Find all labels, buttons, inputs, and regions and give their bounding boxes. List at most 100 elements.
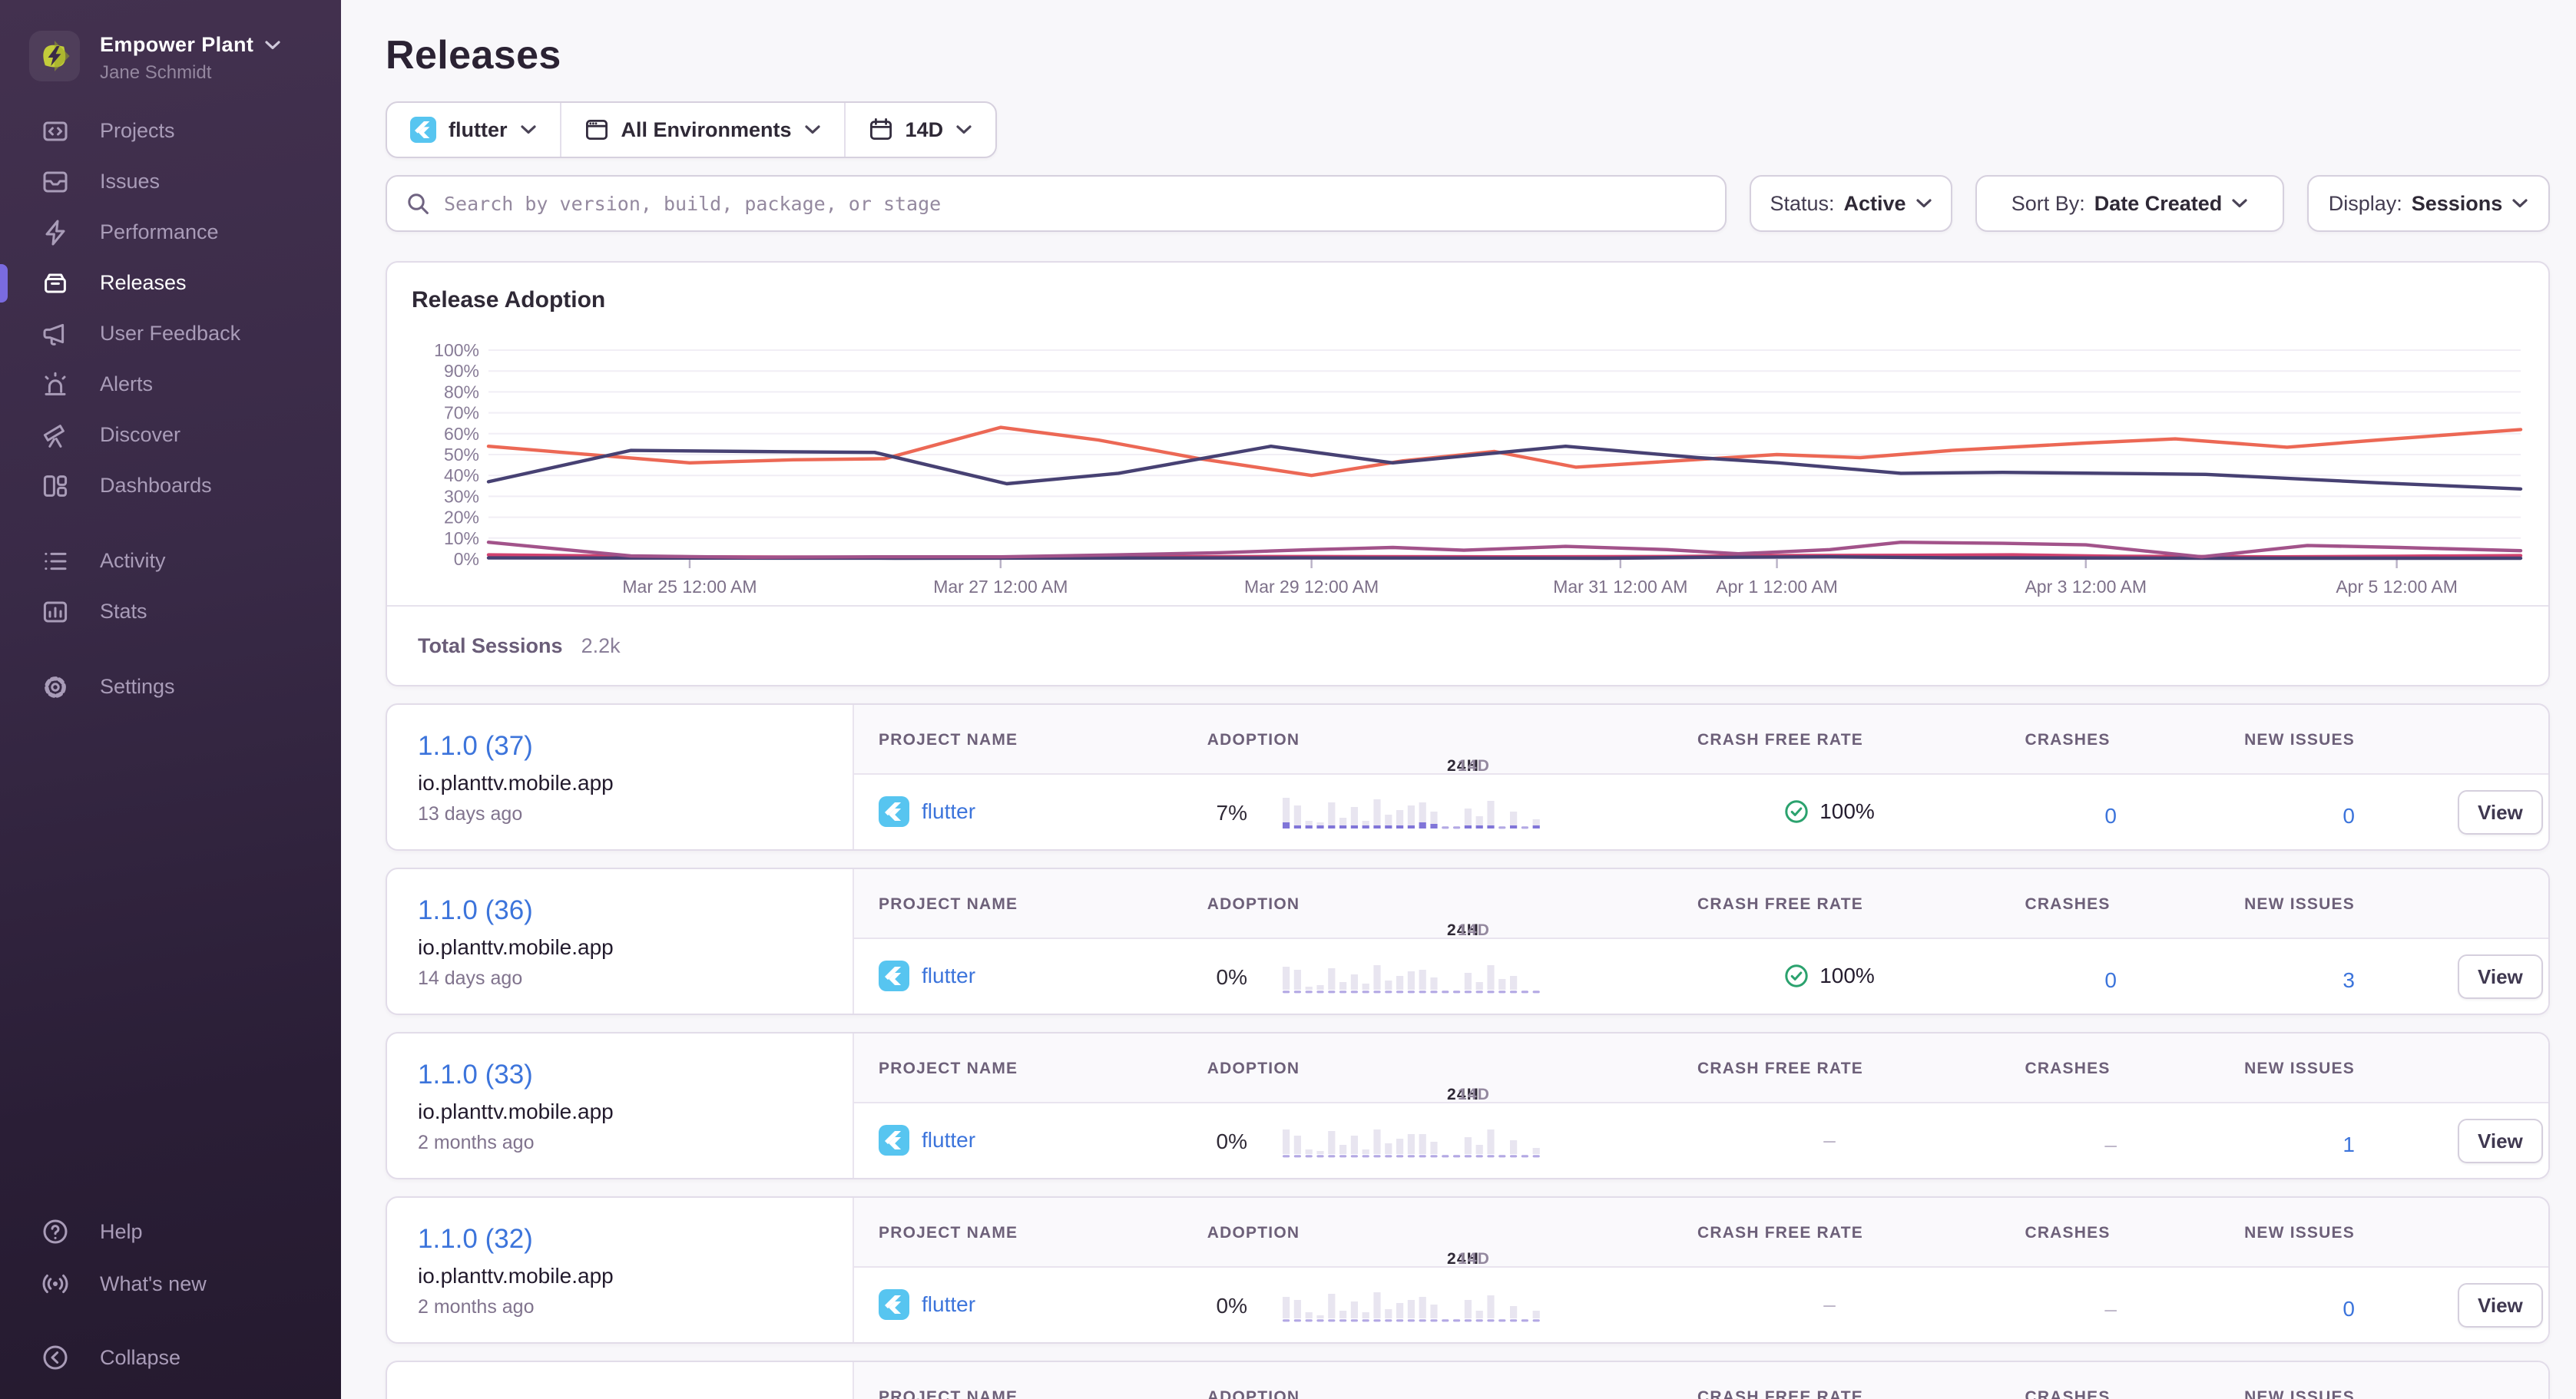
- chart-title: Release Adoption: [387, 263, 2548, 313]
- sidebar-item-help[interactable]: Help: [0, 1206, 341, 1258]
- release-table-header: PROJECT NAMEADOPTION24H14DCRASH FREE RAT…: [854, 869, 2548, 939]
- dropdown-label: Sort By:: [2011, 192, 2085, 216]
- sort-dropdown[interactable]: Sort By:Date Created: [1975, 175, 2284, 232]
- sidebar-item-releases[interactable]: Releases: [0, 258, 341, 309]
- sidebar-item-discover[interactable]: Discover: [0, 410, 341, 461]
- dropdown-label: Status:: [1770, 192, 1834, 216]
- svg-text:100%: 100%: [434, 340, 479, 360]
- svg-text:80%: 80%: [444, 382, 479, 402]
- svg-text:20%: 20%: [444, 508, 479, 528]
- dropdown-value: Sessions: [2412, 192, 2503, 216]
- release-version-link[interactable]: 1.1.0 (33): [418, 1060, 533, 1090]
- check-circle-icon: [1784, 964, 1809, 988]
- range-14d-toggle[interactable]: 14D: [1458, 757, 1490, 776]
- discover-icon: [41, 422, 69, 449]
- user-name: Jane Schmidt: [100, 61, 281, 84]
- sidebar-item-projects[interactable]: Projects: [0, 106, 341, 157]
- project-link[interactable]: flutter: [922, 1128, 975, 1153]
- org-switcher[interactable]: Empower Plant Jane Schmidt: [0, 0, 341, 84]
- view-button[interactable]: View: [2458, 1283, 2543, 1328]
- release-version-link[interactable]: 1.1.0 (37): [418, 731, 533, 762]
- environment-filter-value: All Environments: [621, 118, 792, 142]
- view-button[interactable]: View: [2458, 790, 2543, 835]
- project-filter[interactable]: flutter: [387, 103, 560, 157]
- col-project-name: PROJECT NAME: [879, 1388, 1018, 1399]
- col-crash-free-rate: CRASH FREE RATE: [1622, 1224, 1939, 1242]
- release-package: io.planttv.mobile.app: [418, 771, 828, 795]
- sidebar-item-user-feedback[interactable]: User Feedback: [0, 309, 341, 359]
- range-14d-toggle[interactable]: 14D: [1458, 1086, 1490, 1104]
- release-age: 2 months ago: [418, 1132, 828, 1154]
- broadcast-icon: [41, 1270, 69, 1298]
- release-version-link[interactable]: 1.1.0 (32): [418, 1224, 533, 1255]
- display-dropdown[interactable]: Display:Sessions: [2307, 175, 2550, 232]
- release-summary: 1.1.0 (36)io.planttv.mobile.app14 days a…: [387, 869, 854, 1014]
- adoption-value: 0%: [1084, 965, 1247, 990]
- issues-icon: [41, 168, 69, 196]
- environment-filter[interactable]: All Environments: [560, 103, 844, 157]
- range-14d-toggle[interactable]: 14D: [1458, 921, 1490, 940]
- search-input[interactable]: [444, 193, 1707, 215]
- sidebar-item-whats-new[interactable]: What's new: [0, 1258, 341, 1310]
- app-window: Empower Plant Jane Schmidt Projects Issue…: [0, 0, 2576, 1399]
- sidebar-item-issues[interactable]: Issues: [0, 157, 341, 207]
- project-link[interactable]: flutter: [922, 799, 975, 824]
- sidebar-item-label: Issues: [100, 170, 160, 193]
- col-project-name: PROJECT NAME: [879, 731, 1018, 749]
- project-link[interactable]: flutter: [922, 1292, 975, 1317]
- col-adoption: ADOPTION: [1146, 731, 1361, 749]
- stats-icon: [41, 598, 69, 626]
- release-adoption-panel: Release Adoption 100%90%80%70%60%50%40%3…: [386, 261, 2550, 686]
- performance-icon: [41, 219, 69, 246]
- release-adoption-chart[interactable]: 100%90%80%70%60%50%40%30%20%10%0%Mar 25 …: [412, 319, 2527, 599]
- release-card: 1.1.0 (33) io.planttv.mobile.app 2 months …: [386, 1032, 2550, 1179]
- release-card-partial: PROJECT NAMEADOPTION24H14DCRASH FREE RAT…: [386, 1361, 2550, 1399]
- sidebar-item-label: Activity: [100, 549, 166, 573]
- chevron-down-icon: [2231, 198, 2248, 209]
- sidebar-item-dashboards[interactable]: Dashboards: [0, 461, 341, 511]
- sidebar-item-activity[interactable]: Activity: [0, 536, 341, 587]
- dashboards-icon: [41, 472, 69, 500]
- search-icon: [406, 191, 430, 216]
- svg-text:Mar 27 12:00 AM: Mar 27 12:00 AM: [933, 577, 1068, 597]
- svg-text:Apr 3 12:00 AM: Apr 3 12:00 AM: [2025, 577, 2147, 597]
- status-dropdown[interactable]: Status:Active: [1750, 175, 1952, 232]
- flutter-icon: [410, 117, 436, 143]
- sidebar-item-performance[interactable]: Performance: [0, 207, 341, 258]
- new-issues-link[interactable]: 0: [2343, 1297, 2355, 1321]
- date-filter[interactable]: 14D: [844, 103, 996, 157]
- crashes-link[interactable]: 0: [2104, 968, 2117, 992]
- new-issues-link[interactable]: 0: [2343, 804, 2355, 828]
- window-icon: [584, 117, 609, 142]
- project-filter-value: flutter: [449, 118, 508, 142]
- new-issues-link[interactable]: 3: [2343, 968, 2355, 992]
- sidebar-item-label: Releases: [100, 271, 187, 295]
- search-box: [386, 175, 1727, 232]
- view-button[interactable]: View: [2458, 954, 2543, 999]
- sidebar-item-settings[interactable]: Settings: [0, 662, 341, 713]
- sidebar-item-stats[interactable]: Stats: [0, 587, 341, 637]
- svg-text:50%: 50%: [444, 445, 479, 465]
- release-table-header: PROJECT NAMEADOPTION24H14DCRASH FREE RAT…: [854, 1198, 2548, 1268]
- release-package: io.planttv.mobile.app: [418, 1100, 828, 1124]
- release-card: 1.1.0 (37)io.planttv.mobile.app13 days a…: [386, 703, 2550, 851]
- new-issues-link[interactable]: 1: [2343, 1133, 2355, 1156]
- chevron-down-icon: [1915, 198, 1932, 209]
- release-summary: 1.1.0 (32)io.planttv.mobile.app2 months …: [387, 1198, 854, 1342]
- col-adoption: ADOPTION: [1146, 1388, 1361, 1399]
- crash-free-rate: 100%: [1684, 964, 1975, 988]
- projects-icon: [41, 117, 69, 145]
- sidebar-item-collapse[interactable]: Collapse: [0, 1331, 341, 1384]
- project-link[interactable]: flutter: [922, 964, 975, 988]
- sidebar-item-label: Projects: [100, 119, 175, 143]
- svg-text:30%: 30%: [444, 486, 479, 506]
- crashes-link[interactable]: 0: [2104, 804, 2117, 828]
- svg-text:Mar 29 12:00 AM: Mar 29 12:00 AM: [1244, 577, 1379, 597]
- sidebar-item-alerts[interactable]: Alerts: [0, 359, 341, 410]
- range-14d-toggle[interactable]: 14D: [1458, 1250, 1490, 1268]
- crash-free-empty: –: [1823, 1292, 1836, 1317]
- user-feedback-icon: [41, 320, 69, 348]
- release-version-link[interactable]: 1.1.0 (36): [418, 895, 533, 926]
- view-button[interactable]: View: [2458, 1119, 2543, 1163]
- crashes-empty: –: [2104, 1297, 2117, 1321]
